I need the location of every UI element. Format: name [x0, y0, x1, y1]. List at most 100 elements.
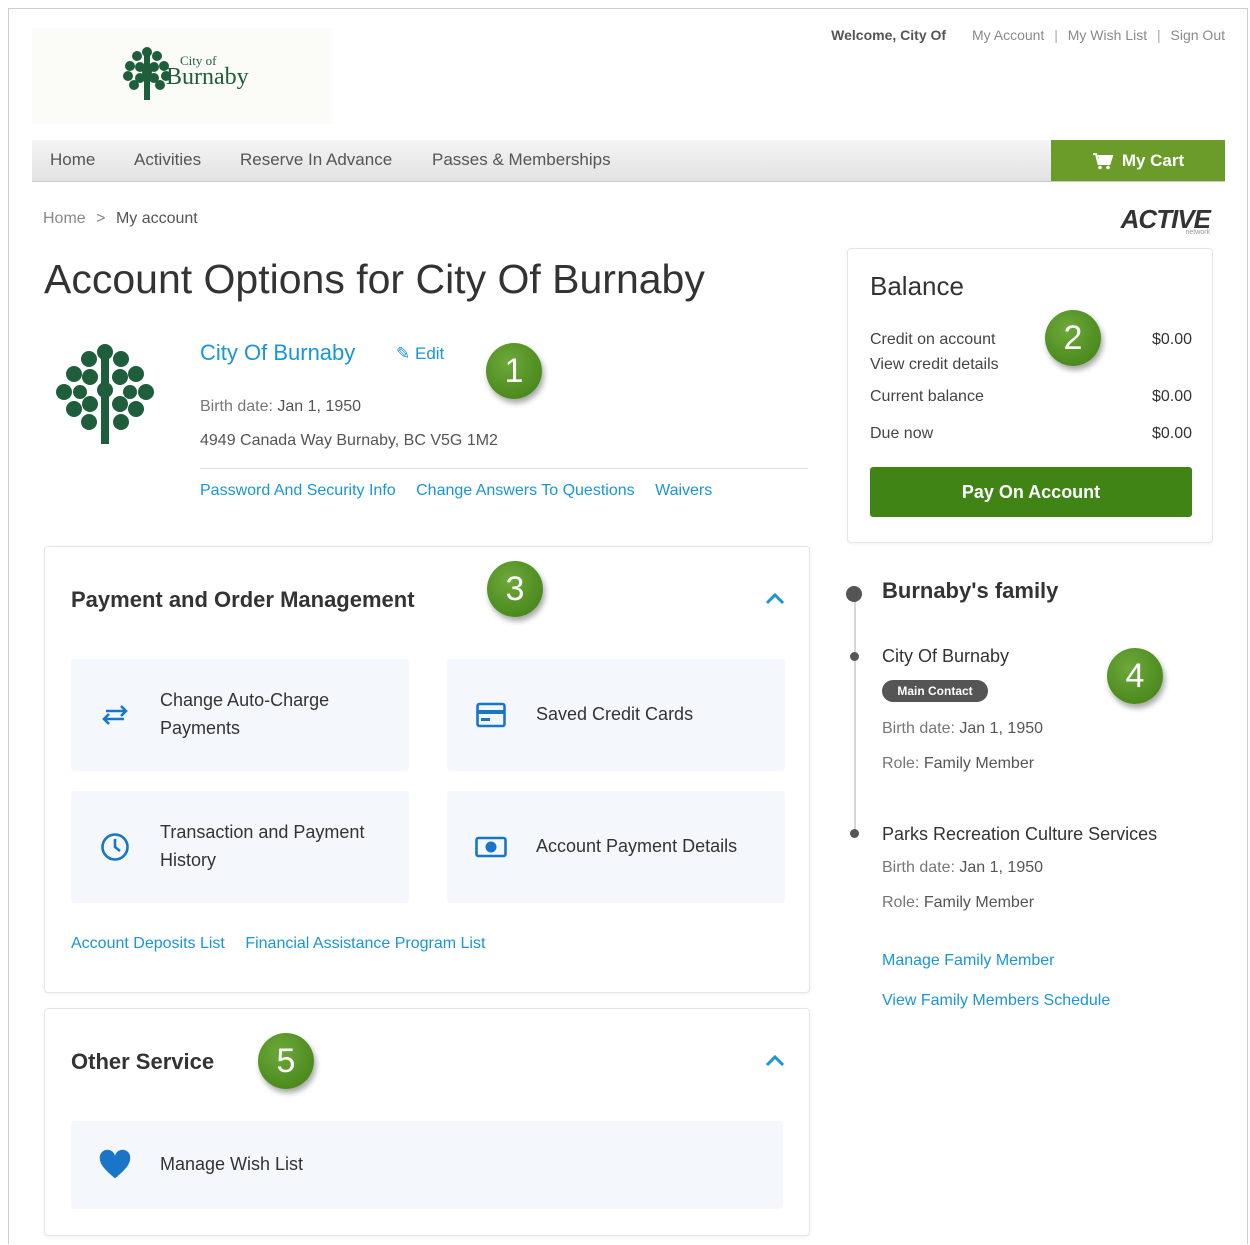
- payment-links: Account Deposits List Financial Assistan…: [71, 935, 501, 953]
- role-value: Family Member: [923, 755, 1035, 772]
- tile-label: Manage Wish List: [160, 1154, 304, 1175]
- account-avatar-icon: [56, 344, 154, 444]
- welcome-text: Welcome, City Of: [831, 27, 947, 43]
- active-network-sub: network: [1185, 229, 1210, 236]
- family-member-birth: Birth date: Jan 1, 1950: [882, 720, 1043, 738]
- chevron-up-icon[interactable]: [765, 1053, 785, 1067]
- payment-card-title: Payment and Order Management: [71, 587, 415, 612]
- birth-date-label: Birth date:: [200, 398, 273, 415]
- family-member-role: Role: Family Member: [882, 755, 1034, 773]
- clock-icon: [99, 831, 131, 863]
- edit-label: Edit: [414, 344, 445, 363]
- breadcrumb-separator: >: [96, 210, 106, 227]
- waivers-link[interactable]: Waivers: [655, 482, 712, 499]
- credit-value: $0.00: [1151, 331, 1192, 348]
- other-service-card: Other Service Manage Wish List: [44, 1008, 810, 1236]
- timeline-dot: [850, 652, 859, 661]
- money-icon: [475, 831, 507, 863]
- family-member-name: City Of Burnaby: [882, 646, 1010, 666]
- main-contact-badge: Main Contact: [882, 680, 988, 702]
- sign-out-link[interactable]: Sign Out: [1171, 27, 1225, 43]
- tile-account-payment[interactable]: Account Payment Details: [447, 791, 785, 903]
- tile-transaction-history[interactable]: Transaction and Payment History: [71, 791, 409, 903]
- account-deposits-link[interactable]: Account Deposits List: [71, 935, 225, 952]
- birth-label: Birth date:: [882, 720, 955, 737]
- step-badge-5: 5: [258, 1033, 314, 1089]
- current-balance-row: Current balance $0.00: [870, 388, 1192, 406]
- edit-account-button[interactable]: ✎ Edit: [396, 344, 444, 364]
- due-now-label: Due now: [870, 425, 934, 442]
- step-badge-3: 3: [487, 561, 543, 617]
- current-balance-value: $0.00: [1151, 388, 1192, 405]
- other-card-title: Other Service: [71, 1049, 215, 1074]
- breadcrumb: Home > My account: [43, 210, 198, 228]
- cart-label: My Cart: [1121, 150, 1185, 170]
- pencil-icon: ✎: [396, 344, 411, 363]
- tile-saved-cards[interactable]: Saved Credit Cards: [447, 659, 785, 771]
- credit-row: Credit on account $0.00: [870, 331, 1192, 349]
- nav-activities[interactable]: Activities: [134, 150, 201, 170]
- view-family-schedule-link[interactable]: View Family Members Schedule: [882, 992, 1110, 1010]
- tile-label: Saved Credit Cards: [536, 704, 694, 725]
- tile-label: Account Payment Details: [536, 836, 738, 857]
- pay-on-account-button[interactable]: Pay On Account: [870, 467, 1192, 517]
- family-timeline: [854, 593, 856, 833]
- credit-card-icon: [475, 699, 507, 731]
- financial-assistance-link[interactable]: Financial Assistance Program List: [245, 935, 485, 952]
- payment-management-card: Payment and Order Management Change Auto…: [44, 546, 810, 993]
- current-balance-label: Current balance: [870, 388, 984, 405]
- breadcrumb-current: My account: [115, 210, 198, 227]
- family-member-name: Parks Recreation Culture Services: [882, 824, 1158, 844]
- birth-value: Jan 1, 1950: [959, 859, 1044, 876]
- step-badge-2: 2: [1045, 310, 1101, 366]
- family-title: Burnaby's family: [882, 578, 1059, 603]
- account-name[interactable]: City Of Burnaby: [200, 340, 355, 366]
- tile-auto-charge[interactable]: Change Auto-Charge Payments: [71, 659, 409, 771]
- cart-icon: [1092, 152, 1114, 169]
- due-now-value: $0.00: [1151, 425, 1192, 442]
- tile-label: Change Auto-Charge Payments: [160, 690, 330, 738]
- birth-date-value: Jan 1, 1950: [277, 398, 362, 415]
- separator: |: [1054, 27, 1058, 43]
- credit-label: Credit on account: [870, 331, 996, 348]
- role-label: Role:: [882, 755, 920, 772]
- nav-passes[interactable]: Passes & Memberships: [432, 150, 611, 170]
- nav-home[interactable]: Home: [50, 150, 95, 170]
- family-member-birth: Birth date: Jan 1, 1950: [882, 859, 1043, 877]
- password-security-link[interactable]: Password And Security Info: [200, 482, 396, 499]
- heart-icon: [99, 1149, 131, 1181]
- timeline-dot: [850, 829, 859, 838]
- main-nav: Home Activities Reserve In Advance Passe…: [32, 140, 1225, 182]
- role-label: Role:: [882, 894, 920, 911]
- address: 4949 Canada Way Burnaby, BC V5G 1M2: [200, 432, 498, 449]
- manage-family-member-link[interactable]: Manage Family Member: [882, 952, 1055, 970]
- top-links: Welcome, City Of My Account | My Wish Li…: [831, 27, 1225, 43]
- my-account-link[interactable]: My Account: [972, 27, 1044, 43]
- timeline-dot: [846, 586, 862, 602]
- chevron-up-icon[interactable]: [765, 591, 785, 605]
- balance-card: Balance Credit on account $0.00 View cre…: [847, 248, 1213, 543]
- account-links: Password And Security Info Change Answer…: [200, 482, 728, 500]
- birth-label: Birth date:: [882, 859, 955, 876]
- family-member-role: Role: Family Member: [882, 894, 1034, 912]
- tile-manage-wish-list[interactable]: Manage Wish List: [71, 1121, 783, 1209]
- my-cart-button[interactable]: My Cart: [1051, 140, 1225, 181]
- wish-list-link[interactable]: My Wish List: [1068, 27, 1147, 43]
- divider: [200, 468, 808, 469]
- birth-date: Birth date: Jan 1, 1950: [200, 398, 361, 416]
- step-badge-4: 4: [1107, 648, 1163, 704]
- logo-wordmark: City of Burnaby: [166, 53, 249, 90]
- breadcrumb-home[interactable]: Home: [43, 210, 86, 227]
- separator: |: [1156, 27, 1161, 43]
- swap-arrows-icon: [99, 699, 131, 731]
- view-credit-details-link[interactable]: View credit details: [870, 356, 1192, 374]
- nav-reserve[interactable]: Reserve In Advance: [240, 150, 392, 170]
- balance-title: Balance: [870, 271, 964, 301]
- change-answers-link[interactable]: Change Answers To Questions: [416, 482, 635, 499]
- step-badge-1: 1: [486, 343, 542, 399]
- tile-label: Transaction and Payment History: [160, 822, 365, 870]
- page-title: Account Options for City Of Burnaby: [44, 256, 705, 302]
- role-value: Family Member: [923, 894, 1035, 911]
- due-now-row: Due now $0.00: [870, 425, 1192, 443]
- birth-value: Jan 1, 1950: [959, 720, 1044, 737]
